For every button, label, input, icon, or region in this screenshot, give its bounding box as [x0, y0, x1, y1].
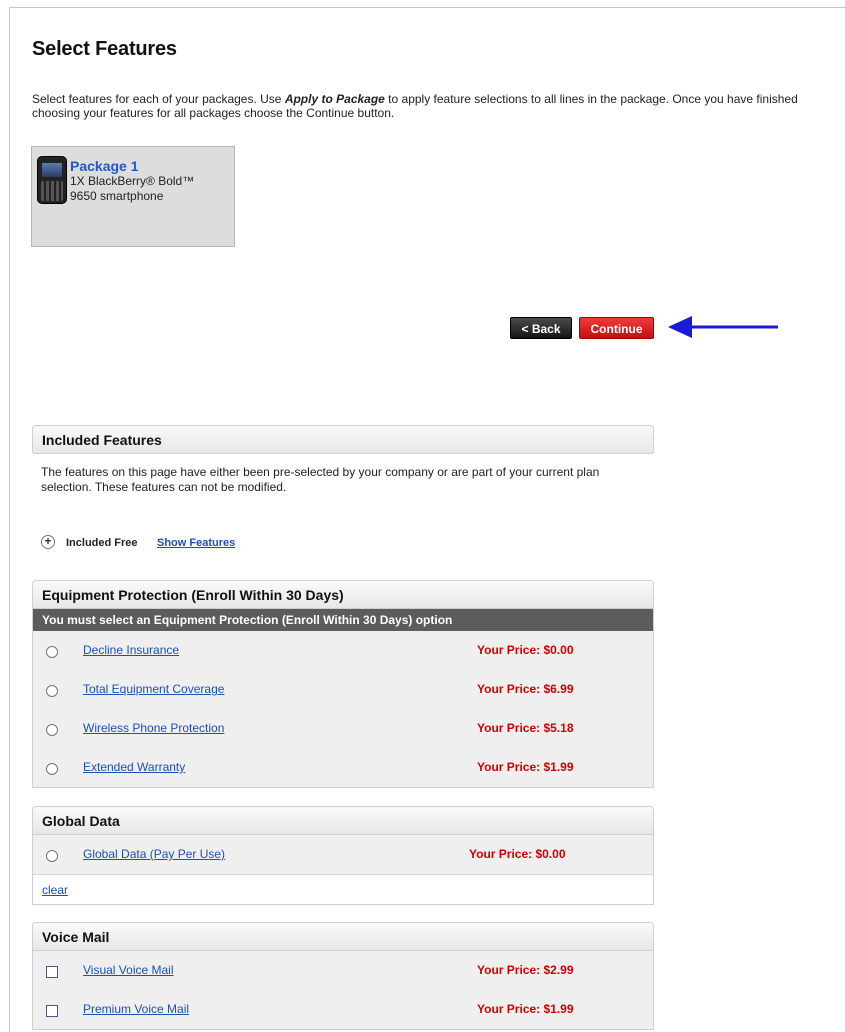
left-arrow-icon: [668, 316, 778, 338]
included-free-label: Included Free: [66, 537, 138, 549]
extended-warranty-link[interactable]: Extended Warranty: [83, 760, 185, 774]
voice-mail-heading: Voice Mail: [33, 923, 653, 951]
global-data-link[interactable]: Global Data (Pay Per Use): [83, 847, 225, 861]
voice-mail-section: Voice Mail Visual Voice Mail Your Price:…: [32, 922, 654, 1030]
option-price: Your Price: $6.99: [477, 682, 574, 696]
option-price: Your Price: $0.00: [469, 847, 566, 861]
page-title: Select Features: [32, 38, 177, 60]
option-price: Your Price: $5.18: [477, 721, 574, 735]
decline-insurance-radio[interactable]: [46, 646, 58, 658]
option-price: Your Price: $1.99: [477, 760, 574, 774]
option-row: Visual Voice Mail Your Price: $2.99: [33, 951, 653, 990]
option-row: Decline Insurance Your Price: $0.00: [33, 631, 653, 670]
blackberry-phone-icon: [37, 156, 67, 204]
clear-row: clear: [33, 874, 653, 904]
option-price: Your Price: $1.99: [477, 1002, 574, 1016]
total-equipment-coverage-link[interactable]: Total Equipment Coverage: [83, 682, 224, 696]
decline-insurance-link[interactable]: Decline Insurance: [83, 643, 179, 657]
package-device: 1X BlackBerry® Bold™ 9650 smartphone: [70, 174, 195, 203]
equipment-protection-heading: Equipment Protection (Enroll Within 30 D…: [33, 581, 653, 609]
option-row: Premium Voice Mail Your Price: $1.99: [33, 990, 653, 1029]
option-price: Your Price: $0.00: [477, 643, 574, 657]
clear-link[interactable]: clear: [42, 883, 68, 897]
included-features-section: Included Features: [32, 425, 654, 454]
global-data-radio[interactable]: [46, 850, 58, 862]
premium-voice-mail-checkbox[interactable]: [46, 1005, 58, 1017]
included-features-text: The features on this page have either be…: [41, 465, 600, 494]
option-row: Extended Warranty Your Price: $1.99: [33, 748, 653, 787]
equipment-protection-notice: You must select an Equipment Protection …: [33, 609, 653, 631]
option-row: Wireless Phone Protection Your Price: $5…: [33, 709, 653, 748]
included-features-heading: Included Features: [33, 426, 653, 454]
option-price: Your Price: $2.99: [477, 963, 574, 977]
package-name[interactable]: Package 1: [70, 158, 139, 174]
total-equipment-coverage-radio[interactable]: [46, 685, 58, 697]
extended-warranty-radio[interactable]: [46, 763, 58, 775]
show-features-link[interactable]: Show Features: [157, 537, 235, 549]
package-tile[interactable]: Package 1 1X BlackBerry® Bold™ 9650 smart…: [31, 146, 235, 247]
expand-plus-icon[interactable]: +: [41, 535, 55, 549]
global-data-section: Global Data Global Data (Pay Per Use) Yo…: [32, 806, 654, 905]
option-row: Global Data (Pay Per Use) Your Price: $0…: [33, 835, 653, 874]
equipment-protection-section: Equipment Protection (Enroll Within 30 D…: [32, 580, 654, 788]
visual-voice-mail-link[interactable]: Visual Voice Mail: [83, 963, 174, 977]
wireless-phone-protection-link[interactable]: Wireless Phone Protection: [83, 721, 224, 735]
premium-voice-mail-link[interactable]: Premium Voice Mail: [83, 1002, 189, 1016]
visual-voice-mail-checkbox[interactable]: [46, 966, 58, 978]
apply-to-package-emphasis: Apply to Package: [284, 92, 385, 106]
option-row: Total Equipment Coverage Your Price: $6.…: [33, 670, 653, 709]
back-button[interactable]: < Back: [510, 317, 572, 339]
intro-text: Select features for each of your package…: [32, 92, 798, 120]
continue-button[interactable]: Continue: [579, 317, 654, 339]
wireless-phone-protection-radio[interactable]: [46, 724, 58, 736]
global-data-heading: Global Data: [33, 807, 653, 835]
